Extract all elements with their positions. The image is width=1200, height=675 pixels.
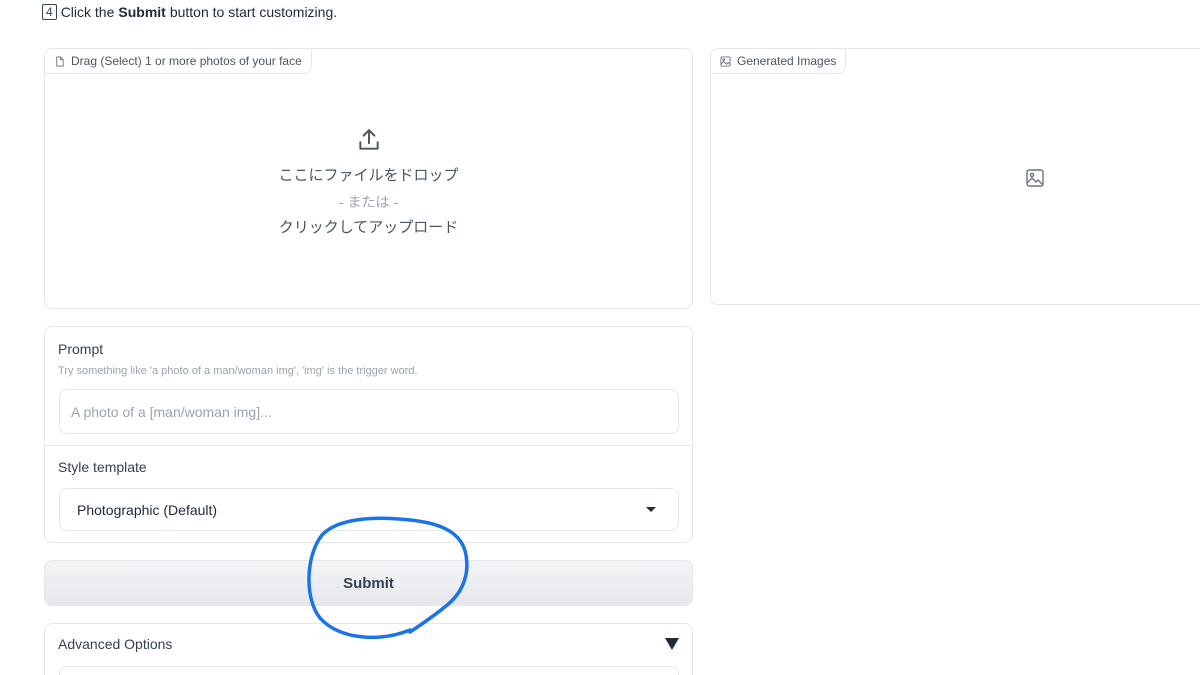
instruction-text-before: Click the (60, 4, 115, 20)
style-template-value: Photographic (Default) (77, 501, 218, 518)
advanced-options-label: Advanced Options (58, 636, 173, 652)
instruction-text-after: button to start customizing. (169, 4, 338, 20)
prompt-input[interactable] (59, 389, 679, 434)
photo-upload-dropzone[interactable]: Drag (Select) 1 or more photos of your f… (44, 48, 693, 309)
upload-icon (358, 129, 379, 150)
style-template-title: Style template (58, 459, 147, 475)
page: 4 Click the Submit button to start custo… (0, 0, 1200, 675)
file-icon (56, 55, 64, 67)
click-upload-text: クリックしてアップロード (278, 219, 459, 236)
upload-panel-label: Drag (Select) 1 or more photos of your f… (45, 49, 312, 74)
chevron-down-icon (646, 507, 656, 512)
prompt-info: Try something like 'a photo of a man/wom… (58, 365, 418, 377)
style-template-select[interactable]: Photographic (Default) (59, 488, 679, 531)
instruction-bold: Submit (118, 4, 166, 20)
drop-text: ここにファイルをドロップ (278, 167, 459, 184)
image-small-icon (720, 55, 731, 67)
divider (45, 445, 692, 446)
instruction-line: 4 Click the Submit button to start custo… (42, 4, 337, 20)
gallery-label-text: Generated Images (737, 54, 837, 68)
gallery-panel-label: Generated Images (711, 49, 847, 74)
advanced-options-header[interactable]: Advanced Options (58, 636, 679, 652)
upload-label-text: Drag (Select) 1 or more photos of your f… (71, 54, 302, 68)
advanced-options-content (59, 666, 679, 675)
or-text: - または - (338, 194, 399, 210)
generated-images-gallery: Generated Images (710, 48, 1200, 305)
triangle-down-icon (665, 638, 679, 650)
step-number-badge: 4 (42, 4, 57, 20)
advanced-options-accordion[interactable]: Advanced Options (44, 623, 693, 675)
image-icon (1026, 169, 1044, 187)
prompt-title: Prompt (58, 341, 104, 357)
submit-button[interactable]: Submit (44, 560, 693, 606)
prompt-settings-panel: Prompt Try something like 'a photo of a … (44, 326, 693, 543)
drop-area[interactable]: ここにファイルをドロップ - または - クリックしてアップロード (45, 127, 692, 241)
